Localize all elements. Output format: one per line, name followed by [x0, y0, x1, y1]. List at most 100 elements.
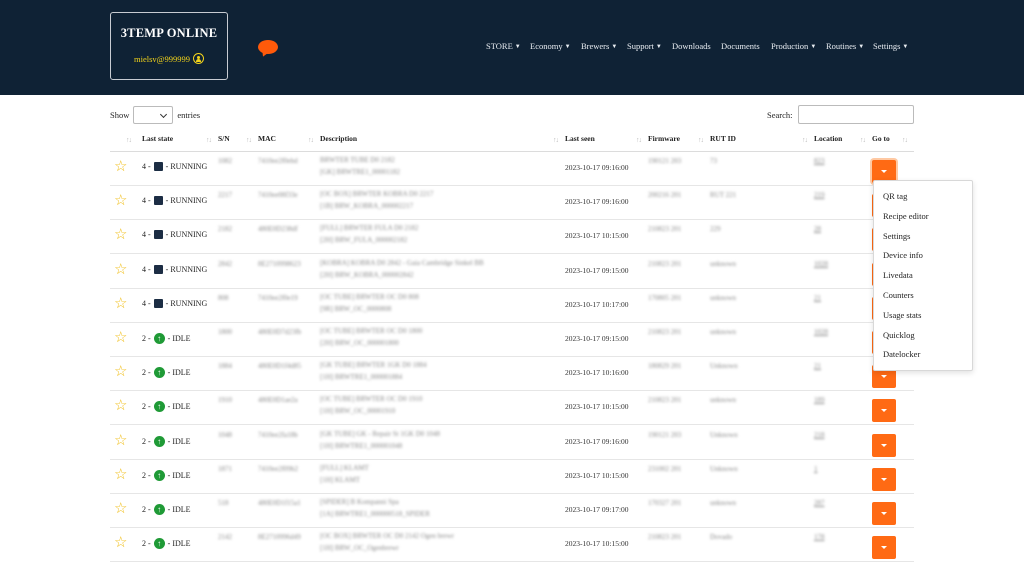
location-link[interactable]: 823: [814, 157, 825, 165]
goto-menu-item[interactable]: Recipe editor: [883, 211, 929, 221]
nav-item-label: Economy: [530, 41, 563, 51]
location-link[interactable]: 21: [814, 362, 821, 370]
column-header[interactable]: RUT ID: [710, 134, 736, 143]
column-header[interactable]: Description: [320, 134, 357, 143]
rut-id: unknown: [710, 396, 737, 405]
sort-arrows-icon[interactable]: ↑↓: [802, 136, 808, 144]
running-square-icon: [153, 298, 163, 308]
serial-number: 2217: [218, 191, 232, 200]
table-row: ☆ 2 - ↑ - IDLE 1910 480E0D1ae2a [OC TUBE] BRWT…: [110, 390, 914, 426]
sort-arrows-icon[interactable]: ↑↓: [246, 136, 252, 144]
favorite-star-icon[interactable]: ☆: [114, 502, 127, 517]
state-text: - IDLE: [167, 436, 191, 446]
column-header[interactable]: Last state: [142, 134, 173, 143]
description-line2: [GK] BRWTRE1_00001182: [320, 168, 401, 176]
last-state: 2 - ↑ - IDLE: [142, 538, 191, 550]
goto-menu-item[interactable]: Counters: [883, 290, 914, 300]
favorite-star-icon[interactable]: ☆: [114, 536, 127, 551]
running-square-icon: [153, 162, 163, 171]
description-line2: [1H] BRWTRE1_000001884: [320, 373, 403, 382]
favorite-star-icon[interactable]: ☆: [114, 365, 127, 380]
nav-item-label: STORE: [486, 41, 513, 51]
table-row: ☆ 2 - ↑ - IDLE 1884 480E0D1f4d85 [GK TUBE] BRW…: [110, 356, 914, 392]
sort-arrows-icon[interactable]: ↑↓: [698, 136, 704, 144]
location-link[interactable]: 21: [814, 294, 821, 302]
location-link[interactable]: 1028: [814, 260, 828, 268]
column-header[interactable]: Last seen: [565, 134, 595, 143]
favorite-star-icon[interactable]: ☆: [114, 331, 127, 346]
description-line1: [KOBRA] KOBRA D0 2842 - Gaia Cambridge S…: [320, 258, 484, 267]
table-row: ☆ 4 - - RUNNING 2217 7410ee08f33e [OC BOX] BR…: [110, 185, 914, 221]
column-header[interactable]: Location: [814, 134, 842, 143]
goto-menu-item[interactable]: Settings: [883, 231, 910, 241]
nav-item[interactable]: STORE ▼: [486, 41, 521, 51]
nav-item[interactable]: Support ▼: [627, 41, 662, 51]
nav-item[interactable]: Downloads: [672, 41, 711, 51]
mac-address: 7410ee08f33e: [258, 191, 298, 200]
favorite-star-icon[interactable]: ☆: [114, 160, 127, 175]
nav-item[interactable]: Production ▼: [771, 41, 816, 51]
chat-bubble-icon[interactable]: [258, 40, 278, 54]
favorite-star-icon[interactable]: ☆: [114, 262, 127, 278]
brand-user[interactable]: mielsv@999999: [111, 53, 227, 64]
brand-box[interactable]: 3TEMP ONLINE mielsv@999999: [110, 12, 228, 80]
location-link[interactable]: 189: [814, 396, 825, 404]
nav-item[interactable]: Routines ▼: [826, 41, 864, 51]
state-number: 2 -: [142, 436, 151, 446]
sort-arrows-icon[interactable]: ↑↓: [860, 136, 866, 144]
goto-menu-item[interactable]: QR tag: [883, 191, 907, 201]
description-line1: [FULL] KLAMT: [320, 463, 369, 472]
location-link[interactable]: 218: [814, 431, 825, 439]
location-link[interactable]: 28: [814, 225, 821, 233]
favorite-star-icon[interactable]: ☆: [114, 296, 127, 312]
sort-arrows-icon[interactable]: ↑↓: [308, 136, 314, 144]
column-header[interactable]: MAC: [258, 134, 276, 143]
entries-select[interactable]: [133, 106, 174, 124]
sort-arrows-icon[interactable]: ↑↓: [126, 136, 132, 144]
location-link[interactable]: 1028: [814, 328, 828, 336]
serial-number: 518: [218, 499, 229, 507]
column-header[interactable]: Firmware: [648, 134, 680, 143]
state-text: - RUNNING: [165, 196, 208, 206]
goto-dropdown-button[interactable]: [872, 536, 896, 560]
nav-item[interactable]: Brewers ▼: [581, 41, 617, 51]
column-header[interactable]: S/N: [218, 134, 230, 143]
goto-menu-item[interactable]: Quicklog: [883, 330, 915, 340]
nav-item[interactable]: Economy ▼: [530, 41, 571, 51]
last-state: 4 - - RUNNING: [142, 264, 207, 274]
goto-dropdown-button[interactable]: [872, 467, 896, 491]
idle-arrow-up-icon: ↑: [153, 504, 165, 515]
serial-number: 1871: [218, 464, 232, 473]
sort-arrows-icon[interactable]: ↑↓: [553, 136, 559, 144]
favorite-star-icon[interactable]: ☆: [114, 399, 127, 414]
goto-menu-item[interactable]: Device info: [883, 250, 923, 260]
column-header[interactable]: Go to: [872, 134, 890, 143]
goto-menu-item[interactable]: Livedata: [883, 270, 913, 280]
state-number: 2 -: [142, 402, 151, 412]
sort-arrows-icon[interactable]: ↑↓: [902, 136, 908, 144]
firmware: 190121 203: [648, 430, 682, 439]
top-navbar: 3TEMP ONLINE mielsv@999999 STORE ▼ Economy…: [0, 0, 1024, 95]
favorite-star-icon[interactable]: ☆: [114, 467, 127, 483]
location-link[interactable]: 1: [814, 465, 818, 473]
favorite-star-icon[interactable]: ☆: [114, 433, 127, 449]
search-input[interactable]: [797, 105, 914, 124]
goto-dropdown-button[interactable]: [872, 502, 896, 525]
nav-item-label: Brewers: [581, 41, 610, 51]
table-row: ☆ 2 - ↑ - IDLE 1800 480E0D7d23fb [OC TUBE] BRW…: [110, 322, 914, 357]
sort-arrows-icon[interactable]: ↑↓: [636, 136, 642, 144]
location-link[interactable]: 219: [814, 191, 825, 199]
sort-arrows-icon[interactable]: ↑↓: [206, 136, 212, 144]
state-number: 4 -: [142, 230, 151, 240]
last-state: 2 - ↑ - IDLE: [142, 333, 191, 344]
goto-menu-item[interactable]: Datelocker: [883, 349, 920, 359]
location-link[interactable]: 178: [814, 533, 825, 541]
goto-dropdown-button[interactable]: [872, 433, 896, 457]
favorite-star-icon[interactable]: ☆: [114, 228, 127, 243]
location-link[interactable]: 287: [814, 499, 825, 507]
nav-item[interactable]: Settings ▼: [873, 41, 908, 51]
favorite-star-icon[interactable]: ☆: [114, 194, 127, 209]
goto-dropdown-button[interactable]: [872, 399, 896, 423]
goto-menu-item[interactable]: Usage stats: [883, 310, 921, 320]
nav-item[interactable]: Documents: [721, 41, 760, 51]
